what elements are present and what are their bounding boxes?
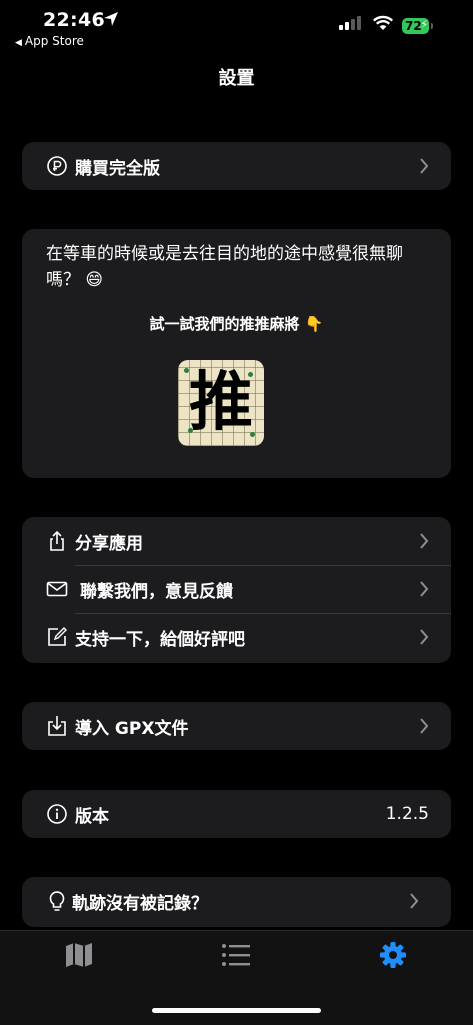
back-app-label: App Store [24, 34, 84, 48]
version-value: 1.2.5 [385, 804, 429, 824]
page-title: 設置 [218, 68, 255, 89]
version-card: 版本 1.2.5 [22, 790, 451, 838]
share-app-label: 分享應用 [75, 533, 143, 554]
contact-us-label: 聯繫我們，意見反饋 [80, 581, 233, 602]
import-gpx-row[interactable]: 導入 GPX文件 [22, 702, 451, 750]
mail-icon [46, 581, 68, 597]
chevron-right-icon [420, 158, 429, 174]
chevron-right-icon [420, 629, 429, 645]
promo-card: 在等車的時候或是去往目的地的途中感覺很無聊嗎？ 😄 試一試我們的推推麻將 👇 推 [22, 229, 451, 478]
version-label: 版本 [75, 806, 109, 827]
app-icon-glyph: 推 [189, 365, 253, 440]
track-help-label: 軌跡沒有被記錄？ [72, 893, 208, 914]
share-app-row[interactable]: 分享應用 [22, 517, 451, 565]
status-bar: 22:46 ◀ App Store 72 ⚡ [0, 0, 473, 56]
charging-bolt-icon: ⚡ [420, 18, 428, 31]
purchase-label: 購買完全版 [75, 158, 160, 179]
promo-cta: 試一試我們的推推麻將 👇 [149, 315, 324, 333]
rate-app-label: 支持一下，給個好評吧 [75, 629, 245, 650]
list-icon[interactable] [220, 941, 252, 969]
chevron-right-icon [410, 893, 419, 909]
import-gpx-label: 導入 GPX文件 [75, 718, 189, 739]
rate-app-row[interactable]: 支持一下，給個好評吧 [22, 613, 451, 661]
location-arrow-icon [104, 12, 118, 26]
chevron-right-icon [420, 718, 429, 734]
mahjong-app-icon[interactable]: 推 [178, 360, 264, 446]
home-indicator [152, 1008, 321, 1013]
actions-card: 分享應用 聯繫我們，意見反饋 支持一下，給個好評吧 [22, 517, 451, 663]
wifi-icon [372, 15, 394, 30]
status-time: 22:46 [43, 9, 105, 31]
gear-icon[interactable] [377, 941, 409, 969]
chevron-right-icon [420, 581, 429, 597]
import-card: 導入 GPX文件 [22, 702, 451, 750]
battery-level: 72 [405, 19, 422, 33]
map-icon[interactable] [63, 941, 95, 969]
chevron-right-icon [420, 533, 429, 549]
promo-text: 在等車的時候或是去往目的地的途中感覺很無聊嗎？ 😄 [46, 244, 403, 290]
version-row: 版本 1.2.5 [22, 790, 451, 838]
purchase-full-version-row[interactable]: 購買完全版 [22, 142, 451, 190]
share-icon [50, 530, 64, 551]
contact-us-row[interactable]: 聯繫我們，意見反饋 [22, 565, 451, 613]
battery-indicator: 72 ⚡ [402, 18, 429, 34]
lightbulb-icon [49, 891, 65, 911]
coin-icon [47, 156, 67, 176]
track-help-card: 軌跡沒有被記錄？ [22, 877, 451, 927]
import-icon [48, 716, 66, 736]
back-to-app-store-link[interactable]: ◀ App Store [15, 34, 84, 48]
purchase-card: 購買完全版 [22, 142, 451, 190]
battery-cap [431, 23, 433, 29]
cellular-signal-icon [339, 16, 361, 30]
info-icon [47, 804, 67, 824]
edit-icon [48, 627, 67, 646]
track-not-recorded-row[interactable]: 軌跡沒有被記錄？ [22, 877, 451, 925]
